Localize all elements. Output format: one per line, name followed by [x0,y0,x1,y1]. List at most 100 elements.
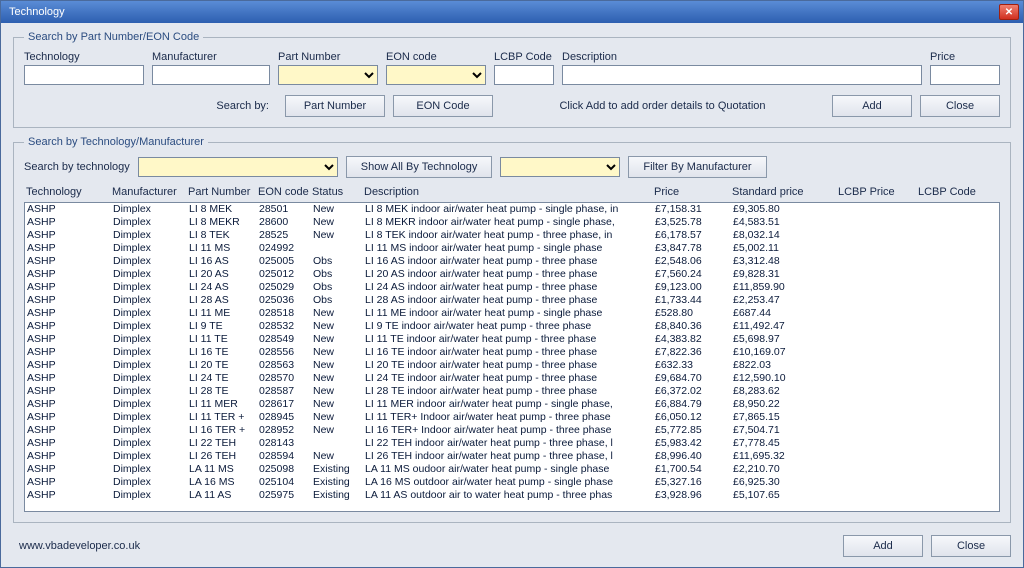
cell: 025005 [259,255,313,268]
cell: 028594 [259,450,313,463]
cell: LI 9 TE [189,320,259,333]
table-row[interactable]: ASHPDimplexLI 11 ME028518NewLI 11 ME ind… [25,307,999,320]
cell: £3,847.78 [655,242,733,255]
cell: £7,504.71 [733,424,839,437]
table-row[interactable]: ASHPDimplexLI 8 TEK28525NewLI 8 TEK indo… [25,229,999,242]
cell: £7,865.15 [733,411,839,424]
table-row[interactable]: ASHPDimplexLA 16 MS025104ExistingLA 16 M… [25,476,999,489]
table-row[interactable]: ASHPDimplexLI 9 TE028532NewLI 9 TE indoo… [25,320,999,333]
cell: LA 11 MS [189,463,259,476]
search-technology-combo[interactable] [138,157,338,177]
description-input[interactable] [562,65,922,85]
cell: £3,312.48 [733,255,839,268]
col-manufacturer: Manufacturer [112,186,188,198]
table-row[interactable]: ASHPDimplexLA 11 AS025975ExistingLA 11 A… [25,489,999,502]
footer-close-button[interactable]: Close [931,535,1011,557]
cell: Dimplex [113,411,189,424]
window-title: Technology [9,6,65,18]
lcbpcode-input[interactable] [494,65,554,85]
search-partnumber-group: Search by Part Number/EON Code Technolog… [13,31,1011,128]
cell: £7,560.24 [655,268,733,281]
cell [919,476,999,489]
technology-input[interactable] [24,65,144,85]
cell [919,281,999,294]
table-row[interactable]: ASHPDimplexLI 8 MEK28501NewLI 8 MEK indo… [25,203,999,216]
cell: £1,733.44 [655,294,733,307]
cell: ASHP [27,346,113,359]
table-row[interactable]: ASHPDimplexLI 16 TER +028952NewLI 16 TER… [25,424,999,437]
table-row[interactable]: ASHPDimplexLI 22 TEH028143LI 22 TEH indo… [25,437,999,450]
eoncode-combo[interactable] [386,65,486,85]
cell: LI 8 TEK [189,229,259,242]
table-row[interactable]: ASHPDimplexLI 16 TE028556NewLI 16 TE ind… [25,346,999,359]
table-row[interactable]: ASHPDimplexLI 11 MS024992LI 11 MS indoor… [25,242,999,255]
cell: LI 11 TE indoor air/water heat pump - th… [365,333,655,346]
cell: Dimplex [113,281,189,294]
searchby-eoncode-button[interactable]: EON Code [393,95,493,117]
results-listbox[interactable]: ASHPDimplexLI 8 MEK28501NewLI 8 MEK indo… [24,202,1000,512]
showall-technology-button[interactable]: Show All By Technology [346,156,493,178]
table-row[interactable]: ASHPDimplexLI 11 TER +028945NewLI 11 TER… [25,411,999,424]
cell [839,346,919,359]
cell: LA 11 MS oudoor air/water heat pump - si… [365,463,655,476]
table-row[interactable]: ASHPDimplexLA 11 MS025098ExistingLA 11 M… [25,463,999,476]
table-row[interactable]: ASHPDimplexLI 16 AS025005ObsLI 16 AS ind… [25,255,999,268]
group1-add-button[interactable]: Add [832,95,912,117]
filter-manufacturer-combo[interactable] [500,157,620,177]
col-lcbpprice: LCBP Price [838,186,918,198]
cell: ASHP [27,359,113,372]
cell [839,216,919,229]
cell [839,255,919,268]
price-input[interactable] [930,65,1000,85]
cell [839,372,919,385]
table-row[interactable]: ASHPDimplexLI 24 AS025029ObsLI 24 AS ind… [25,281,999,294]
cell: Dimplex [113,359,189,372]
cell [313,242,365,255]
group1-close-button[interactable]: Close [920,95,1000,117]
manufacturer-input[interactable] [152,65,270,85]
table-row[interactable]: ASHPDimplexLI 28 AS025036ObsLI 28 AS ind… [25,294,999,307]
searchby-partnumber-button[interactable]: Part Number [285,95,385,117]
footer-add-button[interactable]: Add [843,535,923,557]
footer-url: www.vbadeveloper.co.uk [19,540,140,552]
table-row[interactable]: ASHPDimplexLI 24 TE028570NewLI 24 TE ind… [25,372,999,385]
cell: Dimplex [113,385,189,398]
cell: New [313,229,365,242]
cell: ASHP [27,372,113,385]
cell [919,411,999,424]
cell: Obs [313,268,365,281]
table-row[interactable]: ASHPDimplexLI 20 TE028563NewLI 20 TE ind… [25,359,999,372]
cell: ASHP [27,294,113,307]
table-row[interactable]: ASHPDimplexLI 11 MER028617NewLI 11 MER i… [25,398,999,411]
cell: £4,383.82 [655,333,733,346]
cell: £7,778.45 [733,437,839,450]
cell: £3,928.96 [655,489,733,502]
search-technology-label: Search by technology [24,161,130,173]
cell: LI 16 TE indoor air/water heat pump - th… [365,346,655,359]
cell: ASHP [27,385,113,398]
table-row[interactable]: ASHPDimplexLI 20 AS025012ObsLI 20 AS ind… [25,268,999,281]
cell: £9,684.70 [655,372,733,385]
cell: New [313,424,365,437]
content: Search by Part Number/EON Code Technolog… [1,23,1023,531]
filter-manufacturer-button[interactable]: Filter By Manufacturer [628,156,766,178]
table-row[interactable]: ASHPDimplexLI 11 TE028549NewLI 11 TE ind… [25,333,999,346]
col-price: Price [654,186,732,198]
cell: LI 8 MEK indoor air/water heat pump - si… [365,203,655,216]
cell [839,307,919,320]
cell: Dimplex [113,216,189,229]
technology-dialog: Technology ✕ Search by Part Number/EON C… [0,0,1024,568]
table-row[interactable]: ASHPDimplexLI 28 TE028587NewLI 28 TE ind… [25,385,999,398]
window-close-button[interactable]: ✕ [999,4,1019,20]
table-row[interactable]: ASHPDimplexLI 8 MEKR28600NewLI 8 MEKR in… [25,216,999,229]
cell: LI 16 TER + [189,424,259,437]
cell: 028556 [259,346,313,359]
cell: £1,700.54 [655,463,733,476]
lcbpcode-label: LCBP Code [494,51,554,63]
cell [839,333,919,346]
cell: LA 11 AS [189,489,259,502]
table-row[interactable]: ASHPDimplexLI 26 TEH028594NewLI 26 TEH i… [25,450,999,463]
partnumber-combo[interactable] [278,65,378,85]
cell: ASHP [27,307,113,320]
col-status: Status [312,186,364,198]
